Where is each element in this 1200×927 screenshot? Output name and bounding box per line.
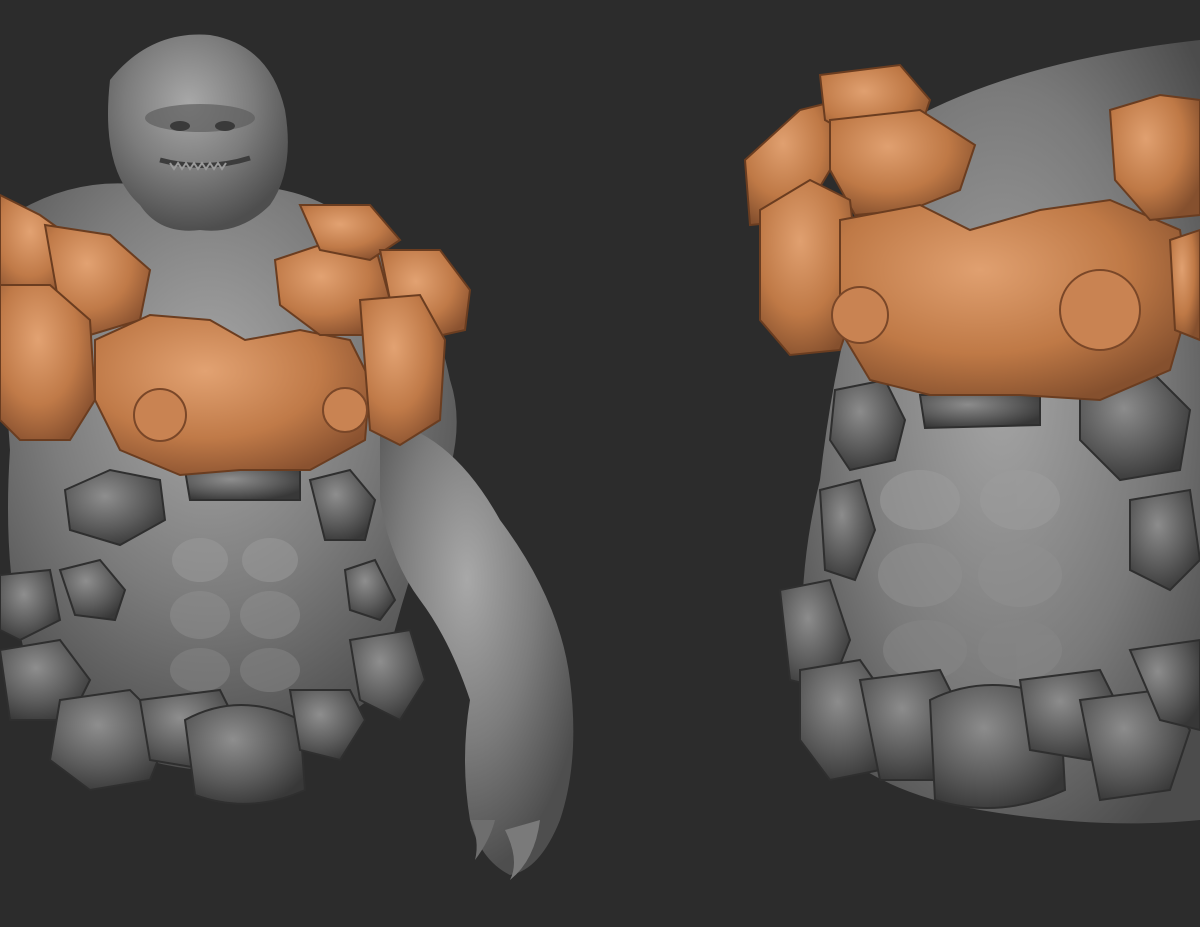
right-eye — [215, 121, 235, 131]
chest-plate-socket-right — [322, 387, 368, 433]
bust-front-sculpt — [0, 34, 574, 880]
left-eye — [170, 121, 190, 131]
closeup-chest-socket-left — [831, 286, 889, 344]
torso-closeup-render — [720, 0, 1200, 927]
bust-front-render — [0, 0, 600, 927]
torso-closeup-sculpt — [743, 40, 1200, 824]
closeup-chest-socket-right — [1059, 269, 1141, 351]
viewport-canvas — [0, 0, 1200, 927]
brow-ridge — [145, 104, 255, 132]
chest-plate-socket-left — [133, 388, 187, 442]
